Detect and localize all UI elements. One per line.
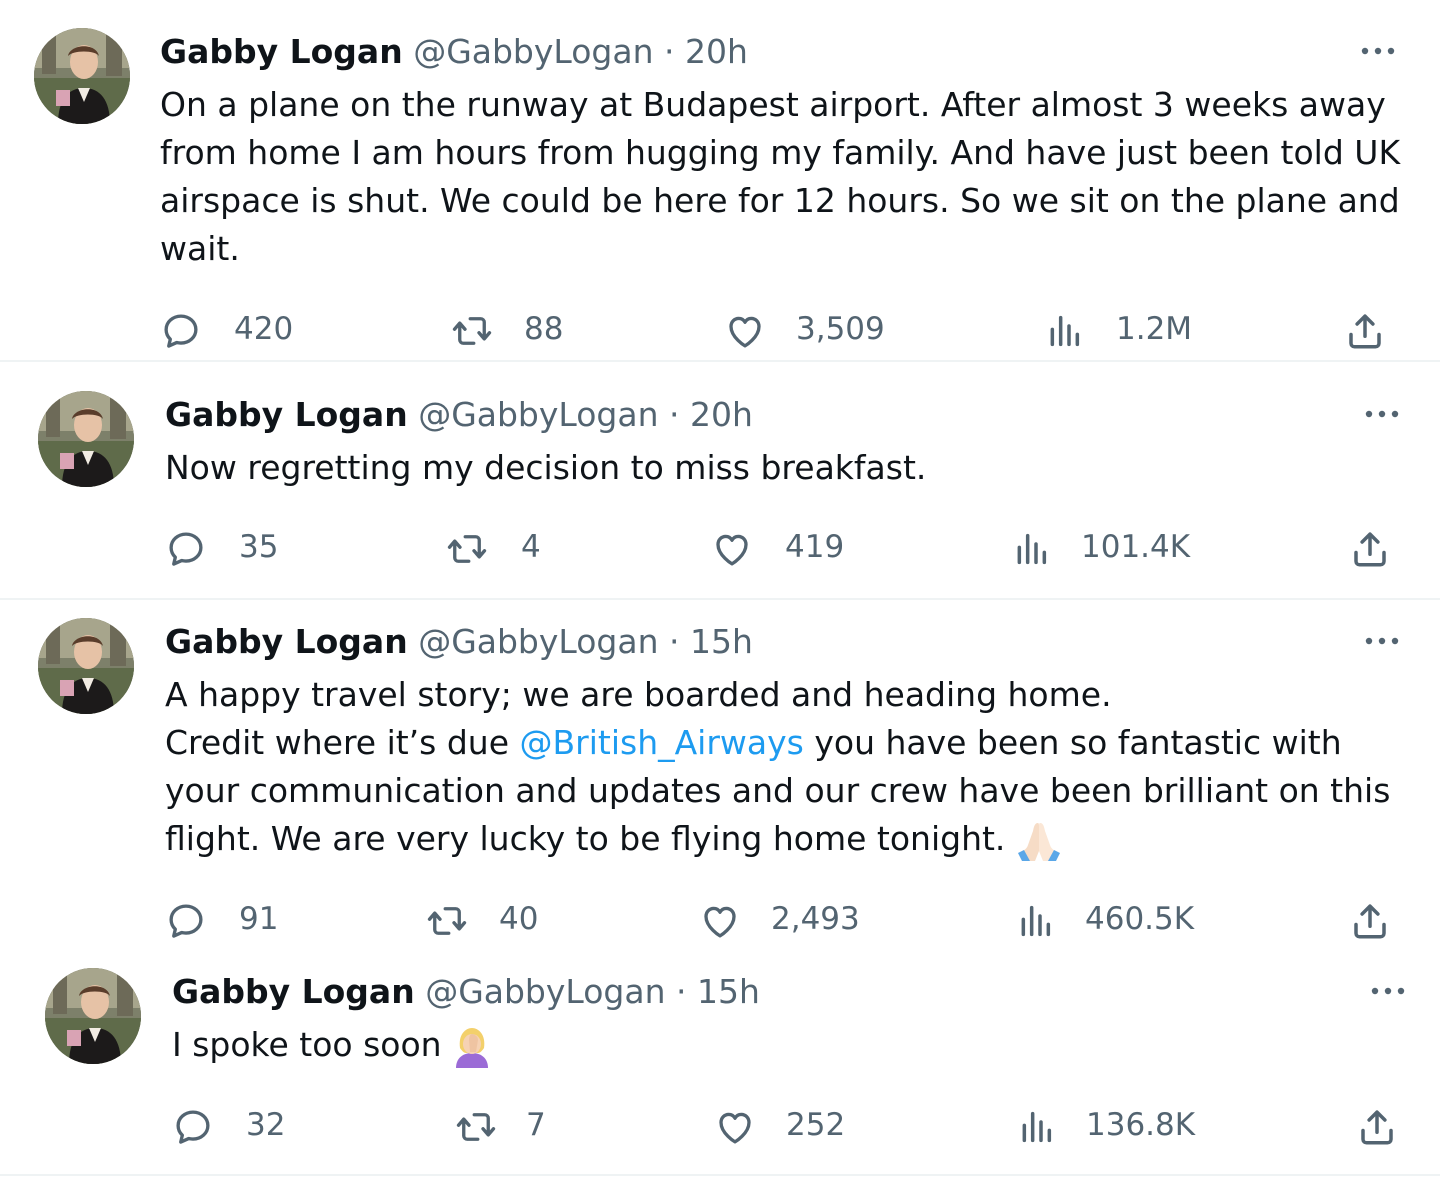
author-name[interactable]: Gabby Logan	[172, 972, 415, 1011]
share-button[interactable]	[1349, 522, 1393, 570]
woman-facepalming-emoji	[456, 1027, 489, 1068]
separator-dot: ·	[664, 32, 675, 71]
tweet[interactable]: Gabby Logan @GabbyLogan · 20h Now regret…	[0, 362, 1440, 600]
retweet-icon	[454, 1106, 498, 1148]
reply-icon	[160, 310, 202, 352]
share-icon	[1349, 900, 1391, 942]
tweet-text-segment: Credit where it’s due	[165, 723, 520, 762]
tweet-text-line: your communication and updates and our c…	[165, 771, 1391, 810]
like-icon	[699, 900, 741, 942]
author-handle[interactable]: @GabbyLogan	[418, 622, 658, 661]
views-icon	[1011, 528, 1051, 570]
reply-icon	[165, 900, 207, 942]
timestamp[interactable]: 20h	[685, 32, 748, 71]
author-handle[interactable]: @GabbyLogan	[425, 972, 665, 1011]
views-icon	[1016, 1106, 1056, 1148]
like-icon	[714, 1106, 756, 1148]
tweet-text: I spoke too soon	[172, 1021, 492, 1069]
views-count: 1.2M	[1116, 311, 1193, 347]
separator-dot: ·	[669, 622, 680, 661]
tweet-text-line: Now regretting my decision to miss break…	[165, 448, 927, 487]
tweet[interactable]: Gabby Logan @GabbyLogan · 15h A happy tr…	[0, 600, 1440, 950]
reply-count: 91	[239, 901, 279, 937]
share-icon	[1349, 528, 1391, 570]
tweet-text-segment: you have been so fantastic with	[803, 723, 1342, 762]
tweet-text-line: Credit where it’s due @British_Airways y…	[165, 719, 1390, 767]
reply-icon	[165, 528, 207, 570]
reply-icon	[172, 1106, 214, 1148]
author-name[interactable]: Gabby Logan	[165, 395, 408, 434]
more-icon[interactable]	[1368, 981, 1408, 1001]
avatar[interactable]	[34, 28, 130, 124]
views-icon	[1044, 310, 1084, 352]
tweet-header: Gabby Logan @GabbyLogan · 20h	[165, 393, 753, 437]
tweet-text-line: flight. We are very lucky to be flying h…	[165, 815, 1390, 863]
tweet-text-line: On a plane on the runway at Budapest air…	[160, 85, 1386, 124]
share-icon	[1356, 1106, 1398, 1148]
timestamp[interactable]: 15h	[690, 622, 753, 661]
retweet-icon	[445, 528, 489, 570]
author-handle[interactable]: @GabbyLogan	[418, 395, 658, 434]
timestamp[interactable]: 15h	[697, 972, 760, 1011]
share-button[interactable]	[1349, 894, 1393, 942]
views-count: 136.8K	[1086, 1107, 1196, 1143]
reply-count: 35	[239, 529, 279, 565]
author-name[interactable]: Gabby Logan	[165, 622, 408, 661]
retweet-count: 88	[524, 311, 564, 347]
avatar[interactable]	[38, 618, 134, 714]
author-handle[interactable]: @GabbyLogan	[413, 32, 653, 71]
like-icon	[711, 528, 753, 570]
more-icon[interactable]	[1362, 631, 1402, 651]
like-count: 3,509	[796, 311, 885, 347]
like-count: 252	[786, 1107, 846, 1143]
tweet-header: Gabby Logan @GabbyLogan · 15h	[165, 620, 753, 664]
retweet-icon	[425, 900, 469, 942]
action-bar: 35 4 419 101.4K	[165, 522, 1405, 570]
tweet-header: Gabby Logan @GabbyLogan · 15h	[172, 970, 760, 1014]
views-count: 101.4K	[1081, 529, 1191, 565]
reply-count: 420	[234, 311, 294, 347]
like-count: 419	[785, 529, 845, 565]
more-icon[interactable]	[1358, 41, 1398, 61]
retweet-count: 7	[526, 1107, 546, 1143]
action-bar: 91 40 2,493 460.5K	[165, 894, 1405, 942]
views-icon	[1015, 900, 1055, 942]
separator-dot: ·	[676, 972, 687, 1011]
action-bar: 420 88 3,509 1.2M	[160, 304, 1400, 352]
avatar[interactable]	[45, 968, 141, 1064]
tweet-header: Gabby Logan @GabbyLogan · 20h	[160, 30, 748, 74]
retweet-icon	[450, 310, 494, 352]
tweet[interactable]: Gabby Logan @GabbyLogan · 20h On a plane…	[0, 0, 1440, 362]
timestamp[interactable]: 20h	[690, 395, 753, 434]
tweet-text-segment: I spoke too soon	[172, 1025, 442, 1064]
avatar[interactable]	[38, 391, 134, 487]
tweet-text: On a plane on the runway at Budapest air…	[160, 81, 1400, 273]
tweet-text-line: A happy travel story; we are boarded and…	[165, 675, 1112, 714]
separator-dot: ·	[669, 395, 680, 434]
reply-count: 32	[246, 1107, 286, 1143]
share-icon	[1344, 310, 1386, 352]
action-bar: 32 7 252 136.8K	[172, 1100, 1412, 1148]
retweet-count: 40	[499, 901, 539, 937]
folded-hands-emoji	[1017, 822, 1060, 861]
more-icon[interactable]	[1362, 404, 1402, 424]
tweet-text: A happy travel story; we are boarded and…	[165, 671, 1390, 863]
tweet-text-line: airspace is shut. We could be here for 1…	[160, 181, 1400, 220]
views-count: 460.5K	[1085, 901, 1195, 937]
share-button[interactable]	[1356, 1100, 1400, 1148]
like-icon	[724, 310, 766, 352]
retweet-count: 4	[521, 529, 541, 565]
tweet-text: Now regretting my decision to miss break…	[165, 444, 926, 492]
share-button[interactable]	[1344, 304, 1388, 352]
author-name[interactable]: Gabby Logan	[160, 32, 403, 71]
mention-link[interactable]: @British_Airways	[520, 723, 804, 762]
like-count: 2,493	[771, 901, 860, 937]
tweet-text-line: from home I am hours from hugging my fam…	[160, 133, 1401, 172]
tweet-text-line: I spoke too soon	[172, 1021, 492, 1069]
tweet[interactable]: Gabby Logan @GabbyLogan · 15h I spoke to…	[0, 950, 1440, 1176]
tweet-text-line: wait.	[160, 229, 240, 268]
tweet-text-segment: flight. We are very lucky to be flying h…	[165, 819, 1006, 858]
